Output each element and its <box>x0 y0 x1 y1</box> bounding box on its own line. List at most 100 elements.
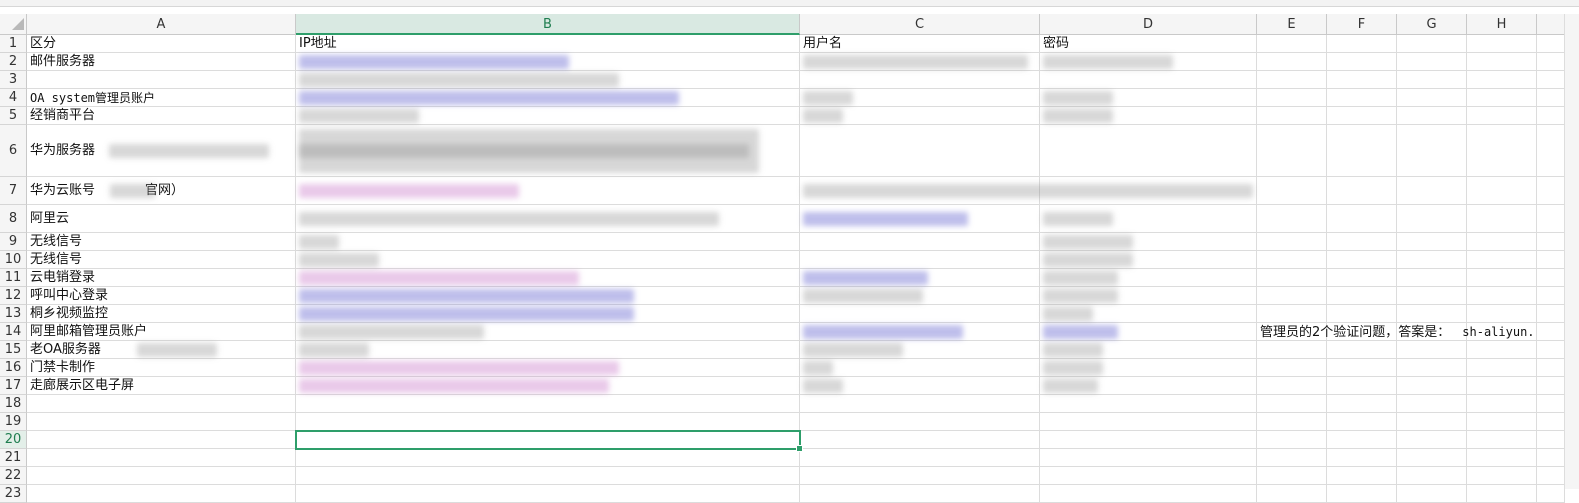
column-header-f[interactable]: F <box>1327 14 1397 35</box>
cell-e23[interactable] <box>1257 485 1327 503</box>
cell-g20[interactable] <box>1397 431 1467 449</box>
cell-i4[interactable] <box>1537 89 1565 107</box>
cell-e2[interactable] <box>1257 53 1327 71</box>
row-header-4[interactable]: 4 <box>0 89 27 107</box>
cell-g10[interactable] <box>1397 251 1467 269</box>
row-header-10[interactable]: 10 <box>0 251 27 269</box>
active-cell-selection[interactable] <box>295 430 803 452</box>
cell-h19[interactable] <box>1467 413 1537 431</box>
cell-b19[interactable] <box>296 413 800 431</box>
row-header-15[interactable]: 15 <box>0 341 27 359</box>
row-header-20[interactable]: 20 <box>0 431 27 449</box>
cell-c1[interactable]: 用户名 <box>800 35 1040 53</box>
cell-g4[interactable] <box>1397 89 1467 107</box>
cell-g7[interactable] <box>1397 177 1467 205</box>
cell-a2[interactable]: 邮件服务器 <box>27 53 296 71</box>
column-header-e[interactable]: E <box>1257 14 1327 35</box>
row-header-12[interactable]: 12 <box>0 287 27 305</box>
cell-g9[interactable] <box>1397 233 1467 251</box>
cell-h4[interactable] <box>1467 89 1537 107</box>
cell-a23[interactable] <box>27 485 296 503</box>
cell-h10[interactable] <box>1467 251 1537 269</box>
cell-e19[interactable] <box>1257 413 1327 431</box>
cell-h21[interactable] <box>1467 449 1537 467</box>
cell-a18[interactable] <box>27 395 296 413</box>
cell-c9[interactable] <box>800 233 1040 251</box>
cell-b22[interactable] <box>296 467 800 485</box>
cell-f4[interactable] <box>1327 89 1397 107</box>
cell-i6[interactable] <box>1537 125 1565 177</box>
fill-handle[interactable] <box>796 445 803 452</box>
cell-d22[interactable] <box>1040 467 1257 485</box>
cell-i13[interactable] <box>1537 305 1565 323</box>
cell-a7[interactable]: 华为云账号 官网） <box>27 177 296 205</box>
cell-a16[interactable]: 门禁卡制作 <box>27 359 296 377</box>
cell-g8[interactable] <box>1397 205 1467 233</box>
cell-a8[interactable]: 阿里云 <box>27 205 296 233</box>
cell-g22[interactable] <box>1397 467 1467 485</box>
cell-i22[interactable] <box>1537 467 1565 485</box>
cell-i12[interactable] <box>1537 287 1565 305</box>
cell-e15[interactable] <box>1257 341 1327 359</box>
cell-h22[interactable] <box>1467 467 1537 485</box>
cell-g19[interactable] <box>1397 413 1467 431</box>
cell-h11[interactable] <box>1467 269 1537 287</box>
cell-i9[interactable] <box>1537 233 1565 251</box>
cell-g6[interactable] <box>1397 125 1467 177</box>
cell-e12[interactable] <box>1257 287 1327 305</box>
cell-f21[interactable] <box>1327 449 1397 467</box>
cell-f8[interactable] <box>1327 205 1397 233</box>
cell-b1[interactable]: IP地址 <box>296 35 800 53</box>
cell-a9[interactable]: 无线信号 <box>27 233 296 251</box>
cell-i21[interactable] <box>1537 449 1565 467</box>
cell-g21[interactable] <box>1397 449 1467 467</box>
cell-i20[interactable] <box>1537 431 1565 449</box>
cell-e13[interactable] <box>1257 305 1327 323</box>
cell-a17[interactable]: 走廊展示区电子屏 <box>27 377 296 395</box>
cell-f10[interactable] <box>1327 251 1397 269</box>
cell-f18[interactable] <box>1327 395 1397 413</box>
cell-b18[interactable] <box>296 395 800 413</box>
row-header-3[interactable]: 3 <box>0 71 27 89</box>
cell-a11[interactable]: 云电销登录 <box>27 269 296 287</box>
cell-i14[interactable] <box>1537 323 1565 341</box>
cell-a21[interactable] <box>27 449 296 467</box>
column-header-a[interactable]: A <box>27 14 296 35</box>
cell-i23[interactable] <box>1537 485 1565 503</box>
cell-c18[interactable] <box>800 395 1040 413</box>
cell-i3[interactable] <box>1537 71 1565 89</box>
cell-f1[interactable] <box>1327 35 1397 53</box>
cell-e21[interactable] <box>1257 449 1327 467</box>
cell-f15[interactable] <box>1327 341 1397 359</box>
cell-f22[interactable] <box>1327 467 1397 485</box>
cell-f2[interactable] <box>1327 53 1397 71</box>
cell-h12[interactable] <box>1467 287 1537 305</box>
cell-h5[interactable] <box>1467 107 1537 125</box>
cell-a20[interactable] <box>27 431 296 449</box>
row-header-21[interactable]: 21 <box>0 449 27 467</box>
row-header-23[interactable]: 23 <box>0 485 27 503</box>
row-header-22[interactable]: 22 <box>0 467 27 485</box>
cell-d21[interactable] <box>1040 449 1257 467</box>
vertical-scrollbar[interactable] <box>1564 14 1579 489</box>
row-header-9[interactable]: 9 <box>0 233 27 251</box>
cell-c23[interactable] <box>800 485 1040 503</box>
cell-i8[interactable] <box>1537 205 1565 233</box>
cell-a19[interactable] <box>27 413 296 431</box>
cell-d18[interactable] <box>1040 395 1257 413</box>
cell-b15[interactable] <box>296 341 800 359</box>
row-header-16[interactable]: 16 <box>0 359 27 377</box>
column-header-extra[interactable] <box>1537 14 1565 35</box>
cell-h16[interactable] <box>1467 359 1537 377</box>
row-header-7[interactable]: 7 <box>0 177 27 205</box>
cell-g23[interactable] <box>1397 485 1467 503</box>
column-header-g[interactable]: G <box>1397 14 1467 35</box>
cell-e10[interactable] <box>1257 251 1327 269</box>
cell-d6[interactable] <box>1040 125 1257 177</box>
cell-c3[interactable] <box>800 71 1040 89</box>
cell-b23[interactable] <box>296 485 800 503</box>
cell-i18[interactable] <box>1537 395 1565 413</box>
cell-g18[interactable] <box>1397 395 1467 413</box>
cell-e20[interactable] <box>1257 431 1327 449</box>
column-header-d[interactable]: D <box>1040 14 1257 35</box>
